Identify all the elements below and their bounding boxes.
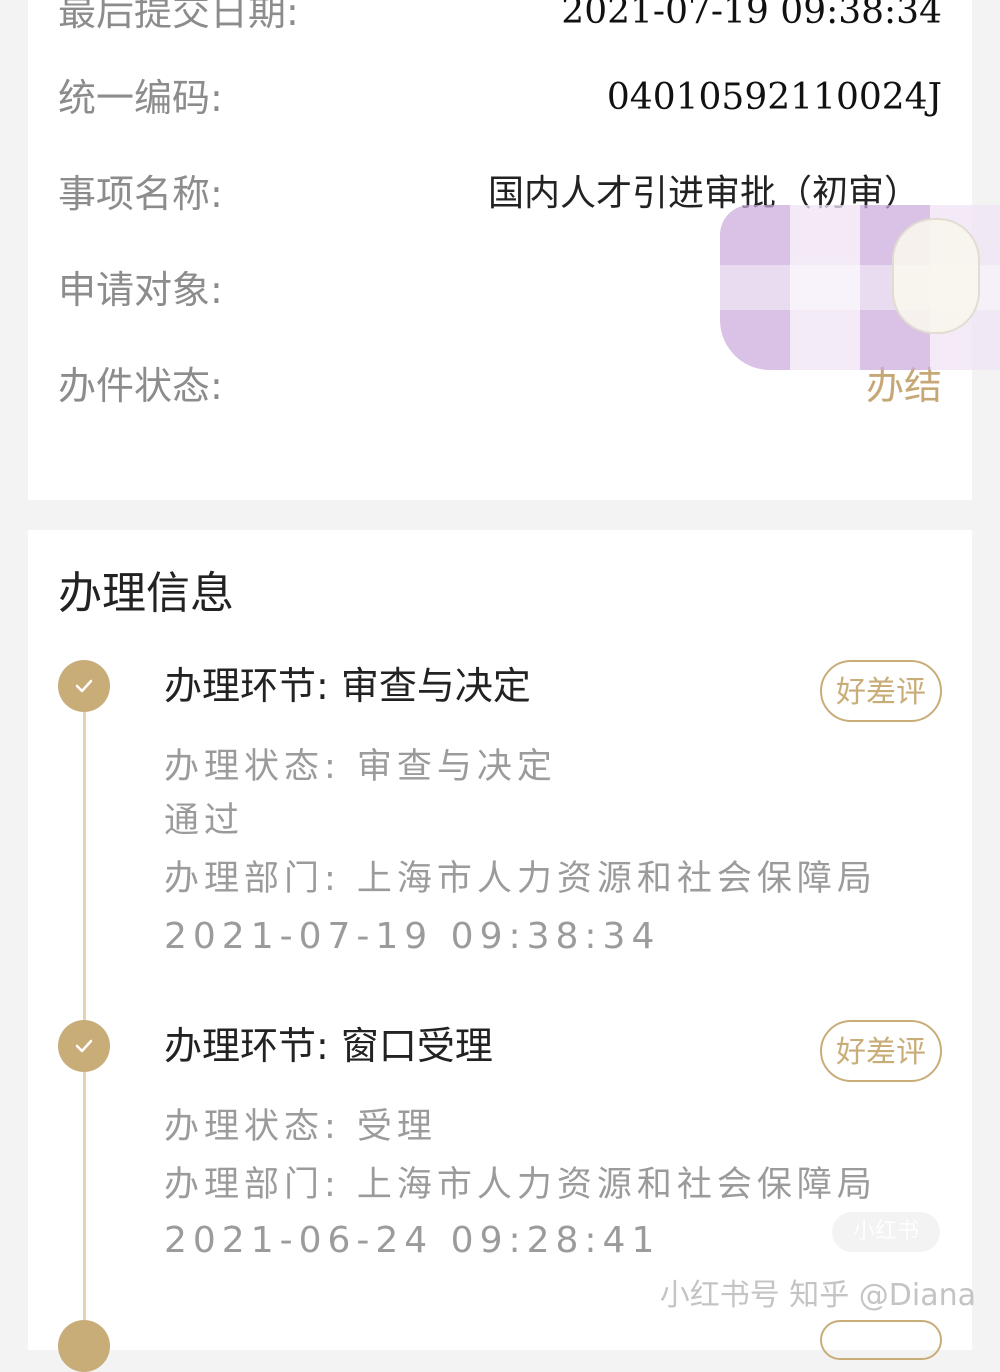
process-step: 办理环节: 审查与决定 好差评 办理状态: 审查与决定 通过 办理部门: 上海市… [164, 658, 942, 958]
watermark-text: 小红书号 知乎 @Diana [659, 1278, 976, 1313]
step-done-icon [58, 660, 110, 712]
process-step: 办理环节: 窗口受理 好差评 办理状态: 受理 办理部门: 上海市人力资源和社会… [164, 1018, 942, 1278]
step-status: 办理状态: 审查与决定 [164, 747, 557, 787]
submit-date-value: 2021-07-19 09:38:34 [561, 0, 942, 32]
step-title: 办理环节: 审查与决定 [164, 664, 531, 708]
step-timestamp: 2021-06-24 09:28:41 [164, 1220, 661, 1261]
section-title: 办理信息 [58, 568, 234, 619]
step-department: 办理部门: 上海市人力资源和社会保障局 [164, 859, 877, 899]
step-status: 办理状态: 受理 [164, 1107, 437, 1147]
rate-button[interactable]: 好差评 [820, 1020, 942, 1082]
summary-row-unified-code: 统一编码: 04010592110024J [58, 70, 942, 126]
step-title: 办理环节: 窗口受理 [164, 1024, 493, 1068]
process-info-card: 办理信息 办理环节: 审查与决定 好差评 办理状态: 审查与决定 通过 办理部门… [28, 530, 972, 1360]
summary-row-submit-date: 最后提交日期: 2021-07-19 09:38:34 [58, 0, 942, 40]
watermark-badge: 小红书 [832, 1212, 940, 1252]
next-rate-button[interactable] [820, 1320, 942, 1360]
check-icon [75, 679, 93, 693]
applicant-label: 申请对象: [58, 268, 223, 312]
unified-code-label: 统一编码: [58, 76, 223, 120]
step-status-continued: 通过 [164, 801, 245, 841]
step-department: 办理部门: 上海市人力资源和社会保障局 [164, 1165, 877, 1205]
unified-code-value: 04010592110024J [606, 77, 942, 118]
next-step-done-icon [58, 1320, 110, 1372]
step-done-icon [58, 1020, 110, 1072]
item-name-label: 事项名称: [58, 172, 223, 216]
step-timestamp: 2021-07-19 09:38:34 [164, 916, 661, 957]
rate-button[interactable]: 好差评 [820, 660, 942, 722]
check-icon [75, 1039, 93, 1053]
case-status-label: 办件状态: [58, 364, 223, 408]
submit-date-label: 最后提交日期: [58, 0, 299, 34]
decorative-sticker-figure [892, 218, 980, 334]
